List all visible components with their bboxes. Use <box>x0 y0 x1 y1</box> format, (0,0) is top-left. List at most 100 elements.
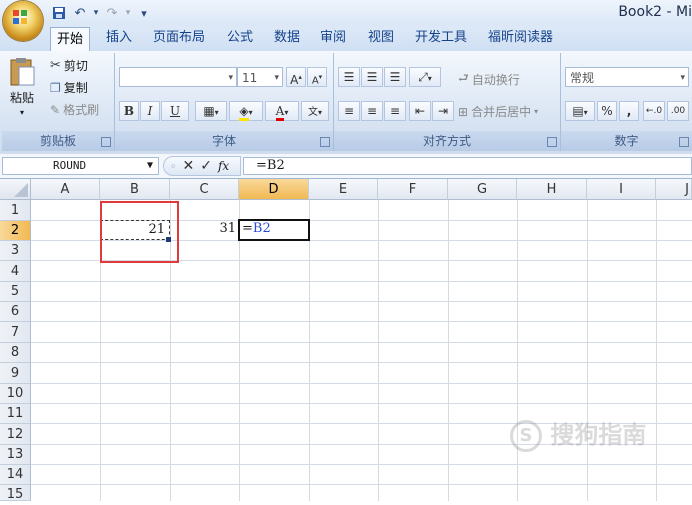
underline-button[interactable]: U <box>161 101 189 121</box>
comma-button[interactable]: , <box>619 101 639 121</box>
customize-qat-button[interactable]: ▾ <box>135 4 153 22</box>
format-painter-label: 格式刷 <box>63 103 100 117</box>
tab-view[interactable]: 视图 <box>362 26 400 50</box>
row-header-15[interactable]: 15 <box>0 485 31 502</box>
copy-button[interactable]: ❐ 复制 <box>50 79 88 96</box>
align-bottom-button[interactable]: ☰ <box>384 67 406 87</box>
align-center-button[interactable]: ≡ <box>361 101 383 121</box>
clipboard-launcher-icon[interactable] <box>101 137 111 147</box>
alignment-launcher-icon[interactable] <box>547 137 557 147</box>
grid-line <box>31 301 692 302</box>
undo-dropdown-icon[interactable]: ▾ <box>92 4 100 22</box>
tab-formulas[interactable]: 公式 <box>221 26 259 50</box>
format-painter-button[interactable]: ✎ 格式刷 <box>50 101 99 118</box>
column-header-b[interactable]: B <box>100 179 170 200</box>
column-header-j[interactable]: J <box>656 179 692 200</box>
redo-dropdown-icon[interactable]: ▾ <box>124 4 132 22</box>
column-header-i[interactable]: I <box>587 179 656 200</box>
row-header-1[interactable]: 1 <box>0 200 31 221</box>
cell-d2-active[interactable]: =B2 <box>238 219 310 241</box>
select-all-button[interactable] <box>0 179 31 200</box>
row-header-14[interactable]: 14 <box>0 465 31 485</box>
borders-button[interactable]: ▦▾ <box>195 101 227 121</box>
number-format-value: 常规 <box>570 71 595 85</box>
decrease-decimal-button[interactable]: .00 <box>667 101 689 121</box>
align-top-button[interactable]: ☰ <box>338 67 360 87</box>
tab-insert[interactable]: 插入 <box>100 26 138 50</box>
redo-icon[interactable]: ↷ <box>103 4 121 22</box>
cancel-icon[interactable]: ✕ <box>183 158 195 174</box>
font-launcher-icon[interactable] <box>320 137 330 147</box>
number-launcher-icon[interactable] <box>679 137 689 147</box>
row-header-13[interactable]: 13 <box>0 445 31 465</box>
tab-data[interactable]: 数据 <box>268 26 306 50</box>
row-header-12[interactable]: 12 <box>0 424 31 445</box>
accounting-format-button[interactable]: ▤▾ <box>565 101 595 121</box>
row-header-5[interactable]: 5 <box>0 282 31 302</box>
save-icon[interactable] <box>50 4 68 22</box>
percent-button[interactable]: % <box>597 101 617 121</box>
column-header-a[interactable]: A <box>31 179 100 200</box>
insert-function-icon[interactable]: fx <box>218 159 229 173</box>
font-group-label: 字体 <box>115 131 333 151</box>
font-name-combo[interactable]: ▾ <box>119 67 237 87</box>
orientation-button[interactable]: ⤢▾ <box>409 67 441 87</box>
font-group: ▾ 11 ▾ A▴ A▾ B I U ▦▾ ◈▾ A▾ 文▾ 字体 <box>115 53 334 151</box>
align-right-button[interactable]: ≡ <box>384 101 406 121</box>
row-header-8[interactable]: 8 <box>0 343 31 363</box>
column-header-d[interactable]: D <box>239 179 309 200</box>
italic-button[interactable]: I <box>140 101 160 121</box>
name-box[interactable]: ROUND ▼ <box>2 157 159 175</box>
column-header-c[interactable]: C <box>170 179 239 200</box>
font-color-button[interactable]: A▾ <box>265 101 299 121</box>
decrease-indent-button[interactable]: ⇤ <box>409 101 431 121</box>
wrap-text-button[interactable]: ⮐ 自动换行 <box>458 69 520 90</box>
tab-home[interactable]: 开始 <box>50 27 91 52</box>
align-middle-button[interactable]: ☰ <box>361 67 383 87</box>
name-box-value: ROUND <box>53 159 87 172</box>
fill-color-button[interactable]: ◈▾ <box>229 101 263 121</box>
tab-foxit-reader[interactable]: 福昕阅读器 <box>482 26 559 50</box>
column-header-g[interactable]: G <box>448 179 517 200</box>
column-header-e[interactable]: E <box>309 179 378 200</box>
row-header-2[interactable]: 2 <box>0 221 31 241</box>
grow-font-button[interactable]: A▴ <box>286 67 306 87</box>
tab-developer[interactable]: 开发工具 <box>409 26 473 50</box>
cut-button[interactable]: ✂ 剪切 <box>50 57 88 74</box>
phonetic-icon: 文 <box>307 107 318 118</box>
column-header-h[interactable]: H <box>517 179 587 200</box>
row-header-4[interactable]: 4 <box>0 261 31 282</box>
increase-decimal-button[interactable]: ←.0 <box>643 101 665 121</box>
enter-icon[interactable]: ✓ <box>200 158 212 174</box>
column-header-f[interactable]: F <box>378 179 448 200</box>
increase-indent-button[interactable]: ⇥ <box>432 101 454 121</box>
align-left-button[interactable]: ≡ <box>338 101 360 121</box>
grid-line <box>239 200 240 501</box>
grid-line <box>31 362 692 363</box>
undo-icon[interactable]: ↶ <box>71 4 89 22</box>
number-format-combo[interactable]: 常规 ▾ <box>565 67 689 87</box>
cell-c2[interactable]: 31 <box>170 220 239 240</box>
row-header-9[interactable]: 9 <box>0 363 31 384</box>
shrink-font-button[interactable]: A▾ <box>307 67 327 87</box>
paste-button[interactable]: 粘贴 ▾ <box>8 57 36 117</box>
grid-line <box>31 464 692 465</box>
row-header-6[interactable]: 6 <box>0 302 31 322</box>
name-box-dropdown-icon[interactable]: ▼ <box>147 158 153 174</box>
row-header-10[interactable]: 10 <box>0 384 31 404</box>
cell-d2-prefix: = <box>242 221 253 236</box>
grid-line <box>31 281 692 282</box>
grid-line <box>31 484 692 485</box>
formula-input[interactable]: =B2 <box>243 157 692 175</box>
tab-page-layout[interactable]: 页面布局 <box>147 26 211 50</box>
tab-review[interactable]: 审阅 <box>314 26 352 50</box>
row-header-3[interactable]: 3 <box>0 241 31 261</box>
row-header-7[interactable]: 7 <box>0 322 31 343</box>
phonetic-button[interactable]: 文▾ <box>301 101 329 121</box>
row-header-11[interactable]: 11 <box>0 404 31 424</box>
bold-button[interactable]: B <box>119 101 139 121</box>
merge-center-button[interactable]: ⊞ 合并后居中 ▾ <box>458 103 538 120</box>
copy-icon: ❐ <box>50 80 61 95</box>
office-logo-icon <box>13 10 27 24</box>
font-size-combo[interactable]: 11 ▾ <box>237 67 283 87</box>
